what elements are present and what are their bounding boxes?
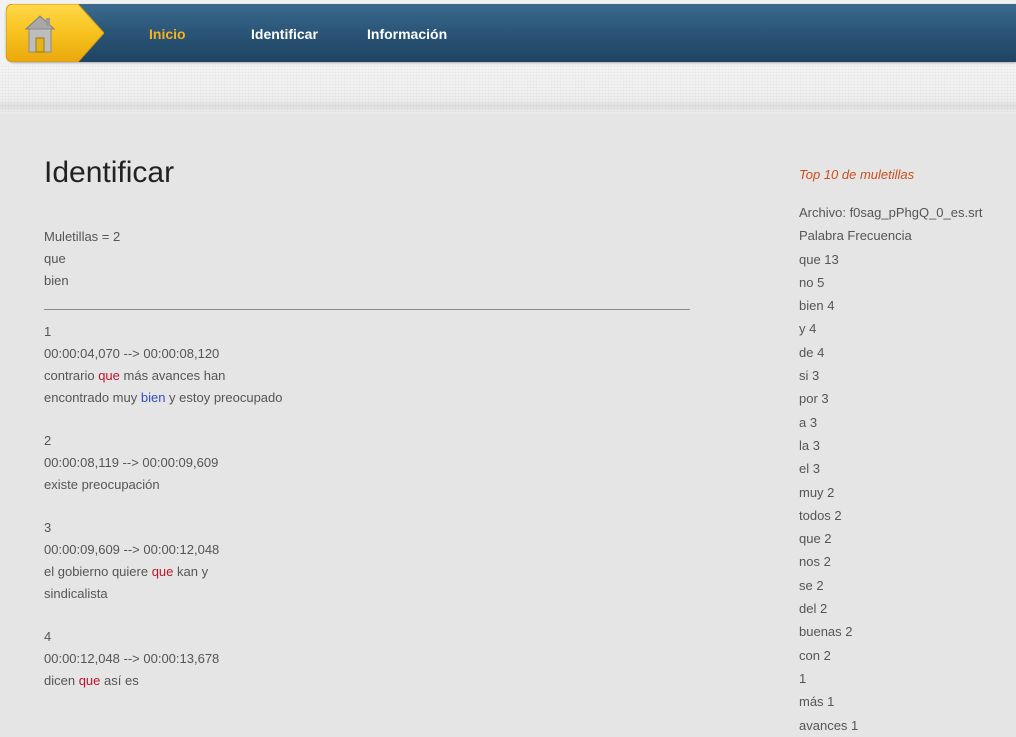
frequency-row: muy 2 [799, 484, 835, 500]
text-segment: kan y [173, 564, 209, 579]
highlighted-muletilla: que [78, 673, 101, 688]
entry-index: 4 [44, 629, 52, 644]
subtitle-entry: 4 00:00:12,048 --> 00:00:13,678 dicen que … [44, 626, 690, 692]
home-tab[interactable] [6, 4, 104, 62]
text-segment: así es [100, 673, 139, 688]
entry-timestamp: 00:00:04,070 --> 00:00:08,120 [44, 346, 220, 361]
entry-timestamp: 00:00:12,048 --> 00:00:13,678 [44, 651, 220, 666]
text-segment: y estoy preocupado [165, 390, 283, 405]
frequency-row: y 4 [799, 321, 817, 337]
frequency-row: 1 [799, 670, 807, 686]
subtitle-entry: 3 00:00:09,609 --> 00:00:12,048 el gobiern… [44, 517, 690, 605]
divider [44, 309, 690, 310]
entry-timestamp: 00:00:09,609 --> 00:00:12,048 [44, 542, 220, 557]
entry-index: 3 [44, 520, 52, 535]
entry-text-line: sindicalista [44, 583, 690, 605]
entry-timestamp: 00:00:08,119 --> 00:00:09,609 [44, 455, 219, 470]
entry-text-line: contrario que más avances han [44, 365, 690, 387]
frequency-list: Archivo: f0sag_pPhgQ_0_es.srt Palabra Fr… [799, 201, 1016, 737]
text-segment: contrario [44, 368, 99, 383]
entry-text-line: encontrado muy bien y estoy preocupado [44, 387, 690, 409]
frequency-row: a 3 [799, 414, 818, 430]
frequency-row: más 1 [799, 694, 835, 710]
frequency-row: que 13 [799, 251, 839, 267]
subtitle-entry: 2 00:00:08,119 --> 00:00:09,609 existe pre… [44, 430, 690, 496]
frequency-row: todos 2 [799, 507, 842, 523]
highlighted-muletilla: que [98, 368, 120, 383]
entry-text-line: dicen que así es [44, 670, 690, 692]
frequency-row: avances 1 [799, 717, 859, 733]
subtitle-entry: 1 00:00:04,070 --> 00:00:08,120 contrario … [44, 321, 690, 409]
text-segment: encontrado muy [44, 390, 141, 405]
highlighted-muletilla: bien [140, 390, 166, 405]
frequency-row: de 4 [799, 344, 825, 360]
frequency-row: bien 4 [799, 298, 835, 314]
frequency-row: no 5 [799, 274, 825, 290]
sidebar: Top 10 de muletillas Archivo: f0sag_pPhg… [799, 166, 1016, 737]
muletilla-item: que [44, 251, 66, 266]
muletillas-summary: Muletillas = 2 que bien [44, 226, 690, 292]
frequency-row: buenas 2 [799, 624, 853, 640]
muletillas-count: Muletillas = 2 [44, 229, 121, 244]
nav-inicio[interactable]: Inicio [149, 26, 186, 42]
frequency-row: con 2 [799, 647, 831, 663]
nav-identificar[interactable]: Identificar [251, 26, 318, 42]
text-segment: más avances han [119, 368, 226, 383]
sidebar-title: Top 10 de muletillas [799, 167, 915, 182]
main-content: Identificar Muletillas = 2 que bien 1 00:… [44, 150, 690, 713]
subtitle-entries: 1 00:00:04,070 --> 00:00:08,120 contrario … [44, 321, 690, 692]
highlighted-muletilla: que [151, 564, 174, 579]
text-segment: existe preocupación [44, 477, 160, 492]
frequency-row: se 2 [799, 577, 824, 593]
file-name: Archivo: f0sag_pPhgQ_0_es.srt [799, 205, 983, 220]
text-segment: dicen [44, 673, 79, 688]
nav-informacion[interactable]: Información [367, 26, 447, 42]
text-segment: el gobierno quiere [44, 564, 152, 579]
text-segment: sindicalista [44, 586, 108, 601]
header-shadow [0, 100, 1016, 112]
frequency-row: si 3 [799, 368, 820, 384]
entry-index: 2 [44, 433, 52, 448]
muletilla-item: bien [44, 273, 69, 288]
frequency-row: que 2 [799, 531, 832, 547]
entry-index: 1 [44, 324, 52, 339]
frequency-row: la 3 [799, 437, 820, 453]
page-title: Identificar [44, 156, 175, 189]
frequency-row: del 2 [799, 601, 828, 617]
top-header: Inicio Identificar Información [0, 0, 1016, 66]
frequency-row: por 3 [799, 391, 829, 407]
frequency-row: el 3 [799, 461, 820, 477]
list-header: Palabra Frecuencia [799, 228, 912, 244]
entry-text-line: el gobierno quiere que kan y [44, 561, 690, 583]
home-icon[interactable] [6, 4, 104, 62]
entry-text-line: existe preocupación [44, 474, 690, 496]
frequency-row: nos 2 [799, 554, 831, 570]
